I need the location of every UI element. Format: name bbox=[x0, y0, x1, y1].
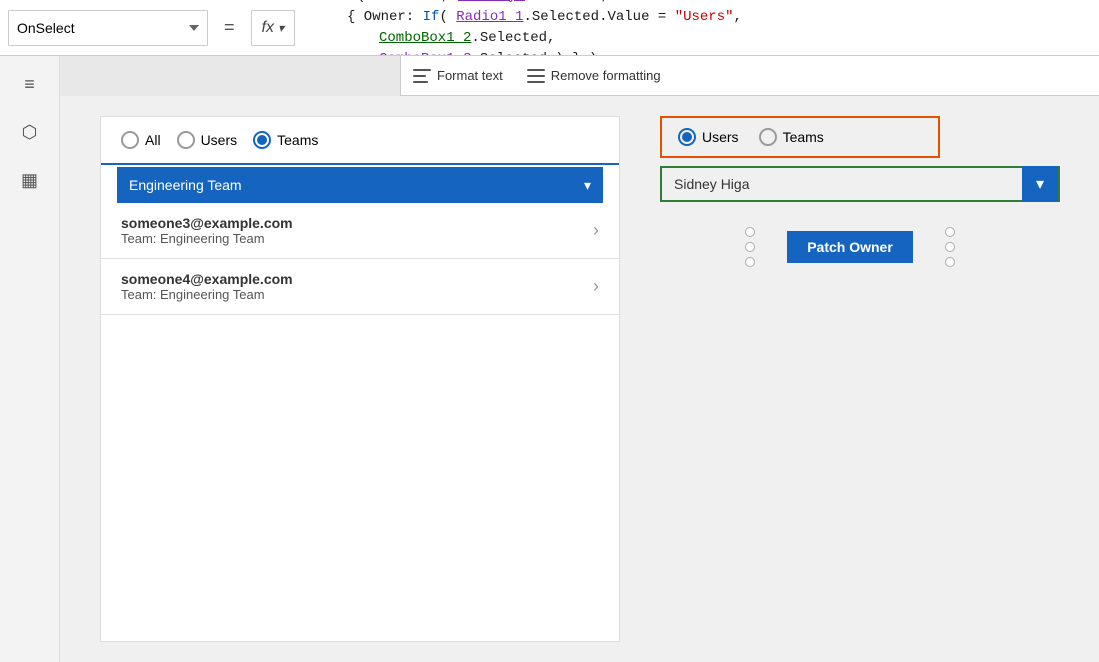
canvas-area: All Users Teams Engineering Team ▾ someo… bbox=[60, 96, 1099, 662]
dropdown-chevron-icon: ▾ bbox=[1036, 174, 1044, 194]
equals-sign: = bbox=[224, 17, 235, 38]
radio-users[interactable]: Users bbox=[177, 131, 238, 149]
format-text-button[interactable]: Format text bbox=[413, 68, 503, 83]
radio-teams-circle bbox=[253, 131, 271, 149]
selection-handle-tr[interactable] bbox=[945, 227, 955, 237]
chevron-right-icon: › bbox=[593, 220, 599, 241]
selection-handle-br[interactable] bbox=[945, 257, 955, 267]
event-select[interactable]: OnSelect bbox=[8, 10, 208, 46]
formula-bar: OnSelect = fx ▾ Patch( Accounts, Gallery… bbox=[0, 0, 1099, 56]
remove-formatting-button[interactable]: Remove formatting bbox=[527, 68, 661, 83]
remove-formatting-icon bbox=[527, 69, 545, 83]
sidebar-components-icon[interactable]: ⬡ bbox=[14, 116, 46, 148]
fx-button[interactable]: fx ▾ bbox=[251, 10, 295, 46]
patch-owner-button[interactable]: Patch Owner bbox=[787, 231, 913, 263]
list-item[interactable]: someone3@example.com Team: Engineering T… bbox=[101, 203, 619, 259]
radio-box-right: Users Teams bbox=[660, 116, 940, 158]
chevron-right-icon: › bbox=[593, 276, 599, 297]
radio-group-left: All Users Teams bbox=[101, 117, 619, 165]
format-bar: Format text Remove formatting bbox=[400, 56, 1099, 96]
radio-teams[interactable]: Teams bbox=[253, 131, 318, 149]
dropdown-arrow-icon: ▾ bbox=[584, 177, 591, 194]
right-dropdown[interactable]: Sidney Higa ▾ bbox=[660, 166, 1060, 202]
list-item[interactable]: someone4@example.com Team: Engineering T… bbox=[101, 259, 619, 315]
selection-handle-bl[interactable] bbox=[745, 257, 755, 267]
radio-right-users[interactable]: Users bbox=[678, 128, 739, 146]
right-canvas-panel: Users Teams Sidney Higa ▾ Patch Owner bbox=[660, 116, 1099, 642]
selection-handle-mr[interactable] bbox=[945, 242, 955, 252]
radio-right-teams-circle bbox=[759, 128, 777, 146]
radio-right-teams[interactable]: Teams bbox=[759, 128, 824, 146]
selection-handle-ml[interactable] bbox=[745, 242, 755, 252]
left-sidebar: ≡ ⬡ ▦ bbox=[0, 56, 60, 662]
dropdown-right-arrow-btn[interactable]: ▾ bbox=[1022, 166, 1058, 202]
radio-all[interactable]: All bbox=[121, 131, 161, 149]
sidebar-screens-icon[interactable]: ▦ bbox=[14, 164, 46, 196]
radio-users-circle bbox=[177, 131, 195, 149]
sidebar-hamburger-icon[interactable]: ≡ bbox=[14, 68, 46, 100]
patch-owner-area: Patch Owner bbox=[750, 222, 950, 272]
radio-all-circle bbox=[121, 131, 139, 149]
format-text-icon bbox=[413, 69, 431, 83]
code-patch: Patch bbox=[315, 0, 357, 4]
selection-handle-tl[interactable] bbox=[745, 227, 755, 237]
left-canvas-panel: All Users Teams Engineering Team ▾ someo… bbox=[100, 116, 620, 642]
engineering-team-dropdown[interactable]: Engineering Team ▾ bbox=[117, 167, 603, 203]
radio-right-users-circle bbox=[678, 128, 696, 146]
formula-code-area[interactable]: Patch( Accounts, Gallery1.Selected, { Ow… bbox=[303, 0, 1099, 55]
